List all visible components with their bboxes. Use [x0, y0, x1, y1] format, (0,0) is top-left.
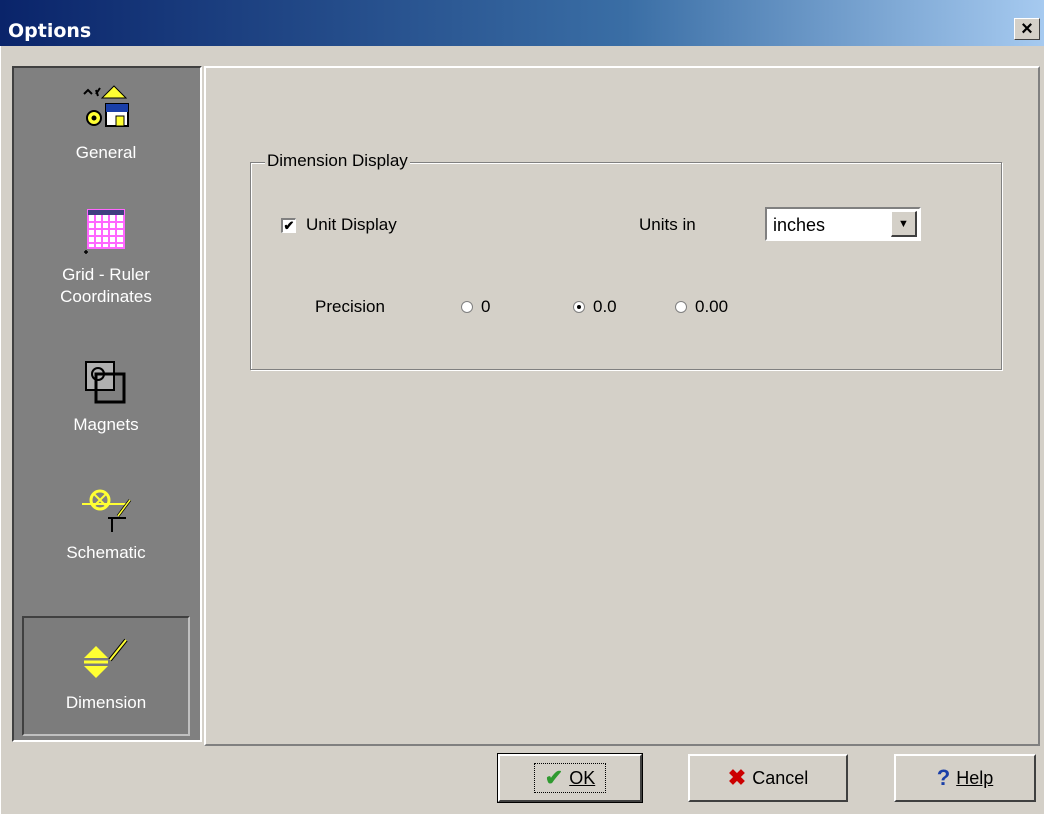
sidebar-item-dimension[interactable]: Dimension: [22, 616, 190, 736]
radio-button[interactable]: [675, 301, 687, 313]
sidebar-item-general[interactable]: General: [22, 82, 190, 164]
options-content-pane: Dimension Display ✔ Unit Display Units i…: [204, 66, 1040, 746]
dimension-icon: [84, 638, 128, 678]
radio-selected-dot: [577, 305, 581, 309]
precision-radio-0-00[interactable]: 0.00: [675, 297, 728, 317]
sidebar-item-schematic[interactable]: Schematic: [22, 482, 190, 564]
options-sidebar: General Grid - Ruler Coordinates Magnets: [12, 66, 202, 742]
sidebar-item-label: Grid - Ruler Coordinates: [60, 265, 152, 306]
sidebar-item-magnets[interactable]: Magnets: [22, 354, 190, 436]
schematic-icon: [82, 489, 132, 532]
window-title: Options: [8, 20, 92, 42]
dropdown-button[interactable]: ▼: [891, 211, 917, 237]
cancel-button[interactable]: ✖ Cancel: [688, 754, 848, 802]
radio-label: 0.0: [593, 297, 617, 316]
precision-label: Precision: [315, 297, 385, 316]
sidebar-item-grid-ruler[interactable]: Grid - Ruler Coordinates: [22, 204, 190, 308]
sidebar-item-label: General: [75, 143, 137, 162]
sidebar-item-label: Magnets: [73, 415, 139, 434]
checkmark-icon: ✔: [283, 218, 295, 233]
sidebar-item-label: Schematic: [66, 543, 146, 562]
help-icon: ?: [936, 765, 951, 790]
sidebar-item-label: Dimension: [65, 693, 147, 712]
close-button[interactable]: ×: [1014, 18, 1040, 40]
checkbox-box[interactable]: ✔: [281, 217, 296, 233]
title-bar: Options ×: [0, 0, 1044, 46]
chevron-down-icon: ▼: [898, 217, 909, 230]
dimension-display-group: Dimension Display ✔ Unit Display Units i…: [250, 151, 1002, 370]
cancel-label: Cancel: [752, 767, 809, 788]
radio-button[interactable]: [573, 301, 585, 313]
radio-label: 0: [481, 297, 491, 316]
x-icon: ✖: [727, 765, 747, 790]
units-select[interactable]: inches ▼: [765, 207, 921, 241]
grid-icon: [84, 209, 125, 254]
ok-button[interactable]: ✔ OK: [497, 753, 643, 803]
general-icon: [83, 85, 129, 127]
group-title: Dimension Display: [265, 151, 410, 171]
radio-button[interactable]: [461, 301, 473, 313]
units-select-value: inches: [773, 215, 826, 235]
checkmark-icon: ✔: [544, 765, 564, 790]
precision-radio-0-0[interactable]: 0.0: [573, 297, 617, 317]
units-in-label: Units in: [639, 215, 696, 234]
radio-label: 0.00: [695, 297, 729, 316]
unit-display-checkbox[interactable]: ✔ Unit Display: [281, 215, 397, 235]
ok-label: OK: [569, 767, 596, 788]
help-button[interactable]: ? Help: [894, 754, 1036, 802]
help-label: Help: [956, 767, 994, 788]
unit-display-label: Unit Display: [306, 215, 397, 234]
precision-radio-0[interactable]: 0: [461, 297, 490, 317]
close-icon: ×: [1021, 18, 1033, 40]
magnet-icon: [85, 361, 126, 404]
